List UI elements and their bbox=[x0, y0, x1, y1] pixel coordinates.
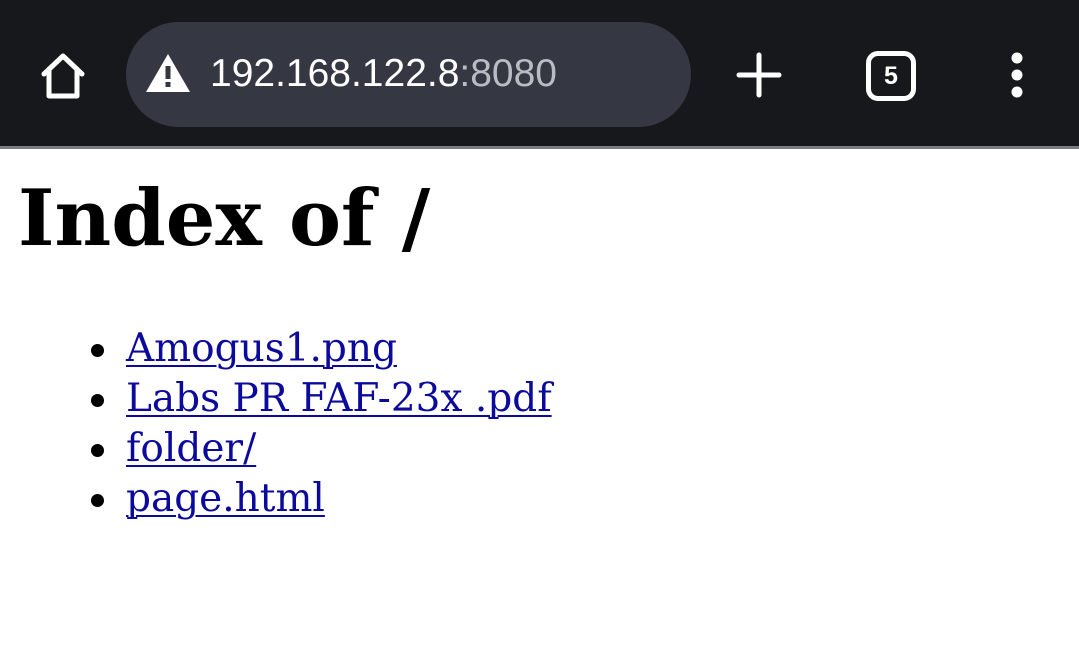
bullet bbox=[91, 344, 104, 357]
list-item: page.html bbox=[91, 474, 552, 524]
list-item: Labs PR FAF-23x .pdf bbox=[91, 374, 552, 424]
home-icon bbox=[41, 53, 85, 99]
warning-triangle-icon[interactable] bbox=[144, 52, 192, 94]
list-item: folder/ bbox=[91, 424, 552, 474]
bullet bbox=[91, 394, 104, 407]
url-text[interactable]: 192.168.122.8:8080 bbox=[210, 48, 557, 100]
page-title: Index of / bbox=[18, 173, 431, 264]
bullet bbox=[91, 494, 104, 507]
tab-switcher-button[interactable]: 5 bbox=[866, 51, 916, 101]
file-link-labs-pdf[interactable]: Labs PR FAF-23x .pdf bbox=[126, 376, 552, 421]
file-list: Amogus1.png Labs PR FAF-23x .pdf folder/… bbox=[91, 324, 552, 524]
menu-button[interactable] bbox=[1000, 50, 1034, 100]
url-port: :8080 bbox=[459, 52, 558, 95]
home-button[interactable] bbox=[36, 48, 90, 102]
file-link-page-html[interactable]: page.html bbox=[126, 476, 325, 521]
page-content: Index of / Amogus1.png Labs PR FAF-23x .… bbox=[0, 149, 1079, 646]
more-vert-icon bbox=[1011, 52, 1023, 98]
file-link-amogus1[interactable]: Amogus1.png bbox=[126, 326, 397, 371]
browser-toolbar: 192.168.122.8:8080 5 bbox=[0, 0, 1079, 149]
address-bar[interactable]: 192.168.122.8:8080 bbox=[126, 22, 691, 127]
tab-count: 5 bbox=[884, 62, 898, 90]
list-item: Amogus1.png bbox=[91, 324, 552, 374]
new-tab-button[interactable] bbox=[736, 52, 782, 98]
file-link-folder[interactable]: folder/ bbox=[126, 426, 256, 471]
bullet bbox=[91, 444, 104, 457]
url-host: 192.168.122.8 bbox=[210, 52, 460, 95]
plus-icon bbox=[736, 52, 782, 98]
